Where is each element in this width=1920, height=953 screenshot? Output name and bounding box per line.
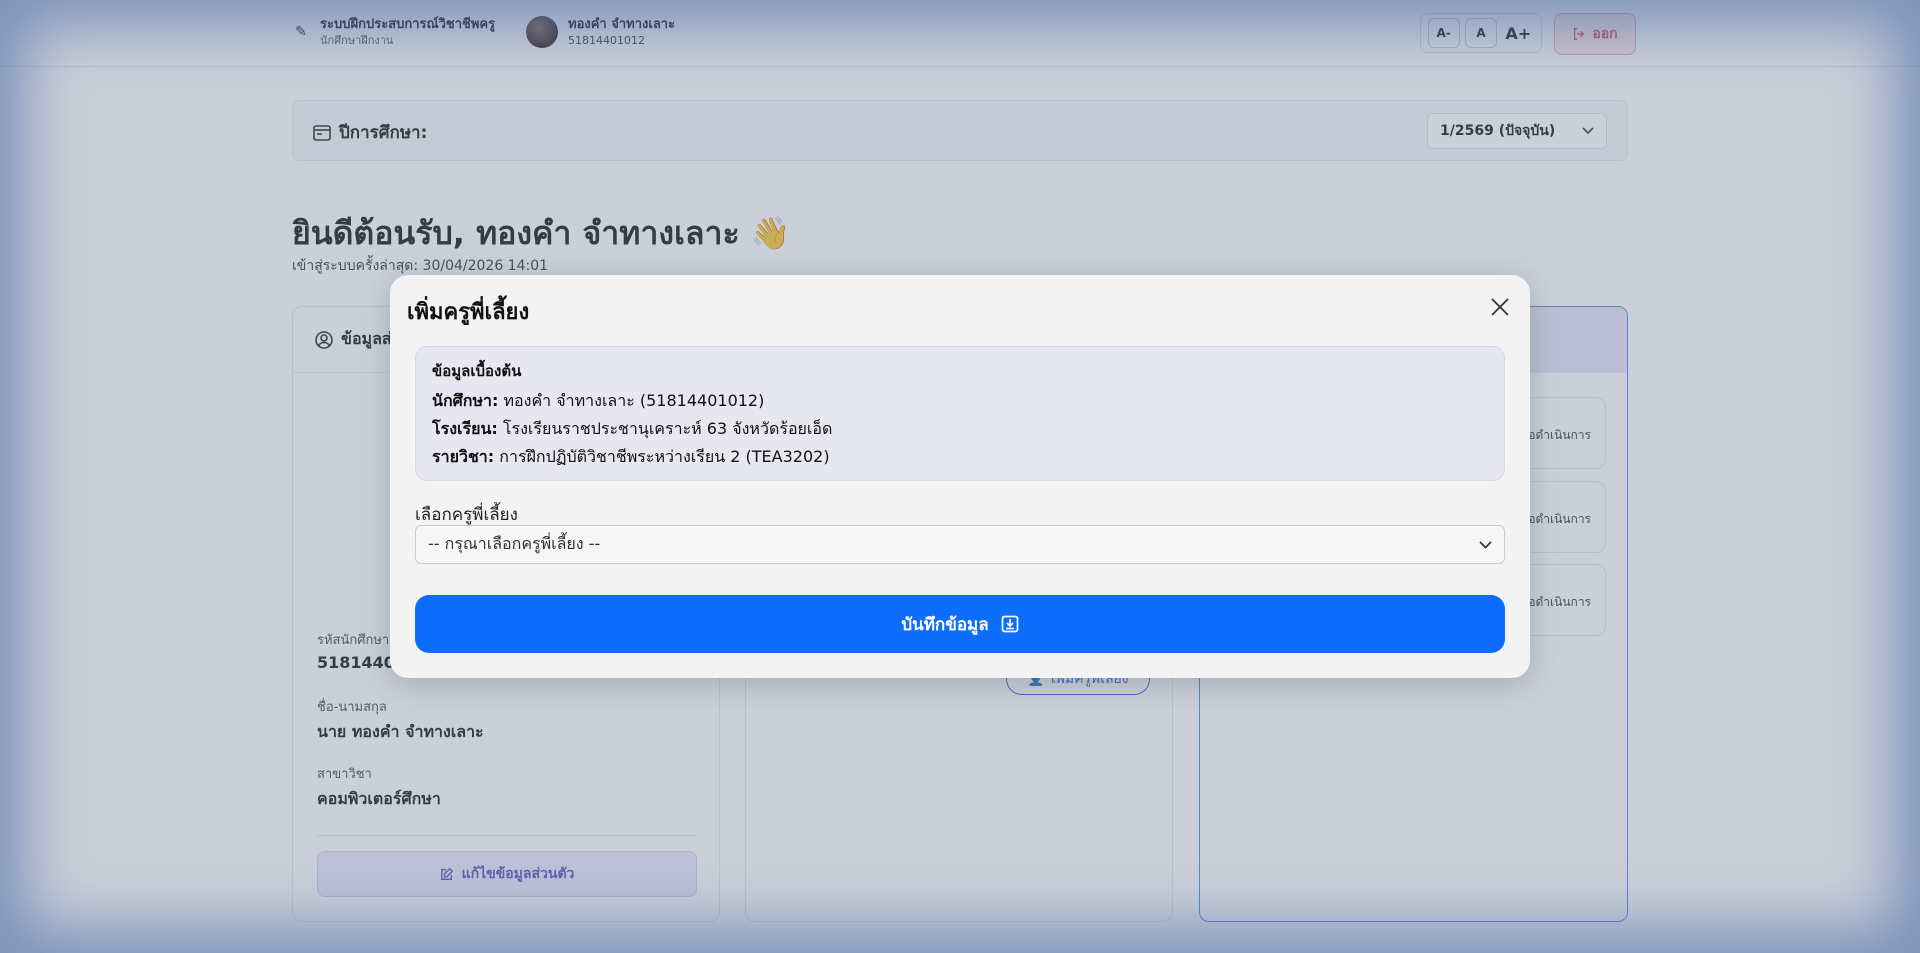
close-button[interactable] [1484,291,1516,323]
info-heading: ข้อมูลเบื้องต้น [432,362,522,380]
add-mentor-modal: เพิ่มครูพี่เลี้ยง ข้อมูลเบื้องต้น นักศึก… [390,275,1530,678]
mentor-select[interactable]: -- กรุณาเลือกครูพี่เลี้ยง -- [415,525,1505,564]
student-value: ทองคำ จำทางเลาะ (51814401012) [503,391,765,410]
chevron-down-icon [1479,540,1492,549]
save-button[interactable]: บันทึกข้อมูล [415,595,1505,653]
school-value: โรงเรียนราชประชานุเคราะห์ 63 จังหวัดร้อย… [502,419,833,438]
viewport: ✎ ระบบฝึกประสบการณ์วิชาชีพครู นักศึกษาฝึ… [0,0,1920,953]
school-key: โรงเรียน: [432,419,498,438]
save-label: บันทึกข้อมูล [901,614,989,635]
school-info-line: โรงเรียน: โรงเรียนราชประชานุเคราะห์ 63 จ… [432,415,1488,443]
subject-info-line: รายวิชา: การฝึกปฏิบัติวิชาชีพระหว่างเรีย… [432,443,1488,471]
student-info-box: ข้อมูลเบื้องต้น นักศึกษา: ทองคำ จำทางเลา… [415,346,1505,481]
student-info-line: นักศึกษา: ทองคำ จำทางเลาะ (51814401012) [432,387,1488,415]
mentor-select-label: เลือกครูพี่เลี้ยง [415,505,518,525]
student-key: นักศึกษา: [432,391,499,410]
download-icon [1001,615,1019,633]
modal-title: เพิ่มครูพี่เลี้ยง [407,300,530,325]
subject-key: รายวิชา: [432,447,495,466]
close-icon [1491,298,1509,316]
mentor-select-placeholder: -- กรุณาเลือกครูพี่เลี้ยง -- [428,534,601,553]
subject-value: การฝึกปฏิบัติวิชาชีพระหว่างเรียน 2 (TEA3… [499,447,830,466]
